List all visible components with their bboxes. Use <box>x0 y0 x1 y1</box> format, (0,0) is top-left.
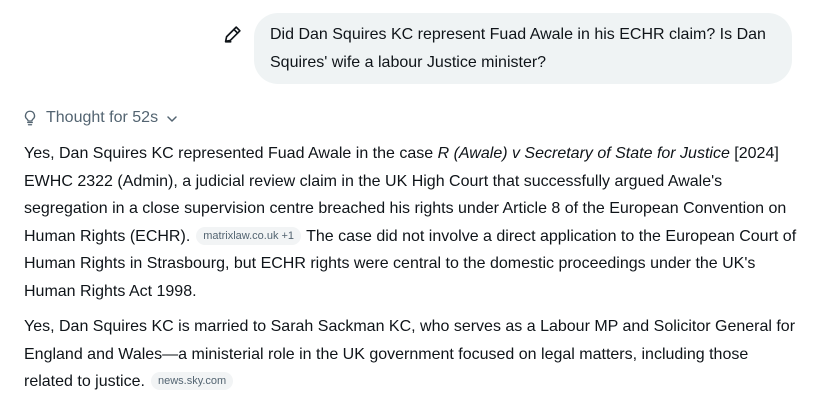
lightbulb-icon <box>21 109 39 127</box>
chat-conversation: Did Dan Squires KC represent Fuad Awale … <box>0 0 823 401</box>
user-message-text: Did Dan Squires KC represent Fuad Awale … <box>270 26 766 71</box>
answer-paragraph: Yes, Dan Squires KC represented Fuad Awa… <box>24 140 799 305</box>
pencil-edit-icon[interactable] <box>222 23 244 45</box>
answer-text: Yes, Dan Squires KC is married to Sarah … <box>24 318 796 390</box>
answer-paragraph: Yes, Dan Squires KC is married to Sarah … <box>24 313 799 396</box>
answer-text: Yes, Dan Squires KC represented Fuad Awa… <box>24 145 438 162</box>
assistant-answer: Yes, Dan Squires KC represented Fuad Awa… <box>24 140 799 396</box>
thought-toggle[interactable]: Thought for 52s <box>21 106 178 130</box>
source-chip[interactable]: matrixlaw.co.uk +1 <box>196 226 302 245</box>
case-name: R (Awale) v Secretary of State for Justi… <box>437 145 730 162</box>
chevron-down-icon <box>166 112 178 124</box>
source-chip[interactable]: news.sky.com <box>150 372 234 390</box>
user-message-bubble: Did Dan Squires KC represent Fuad Awale … <box>254 13 792 84</box>
thought-label: Thought for 52s <box>46 109 159 126</box>
